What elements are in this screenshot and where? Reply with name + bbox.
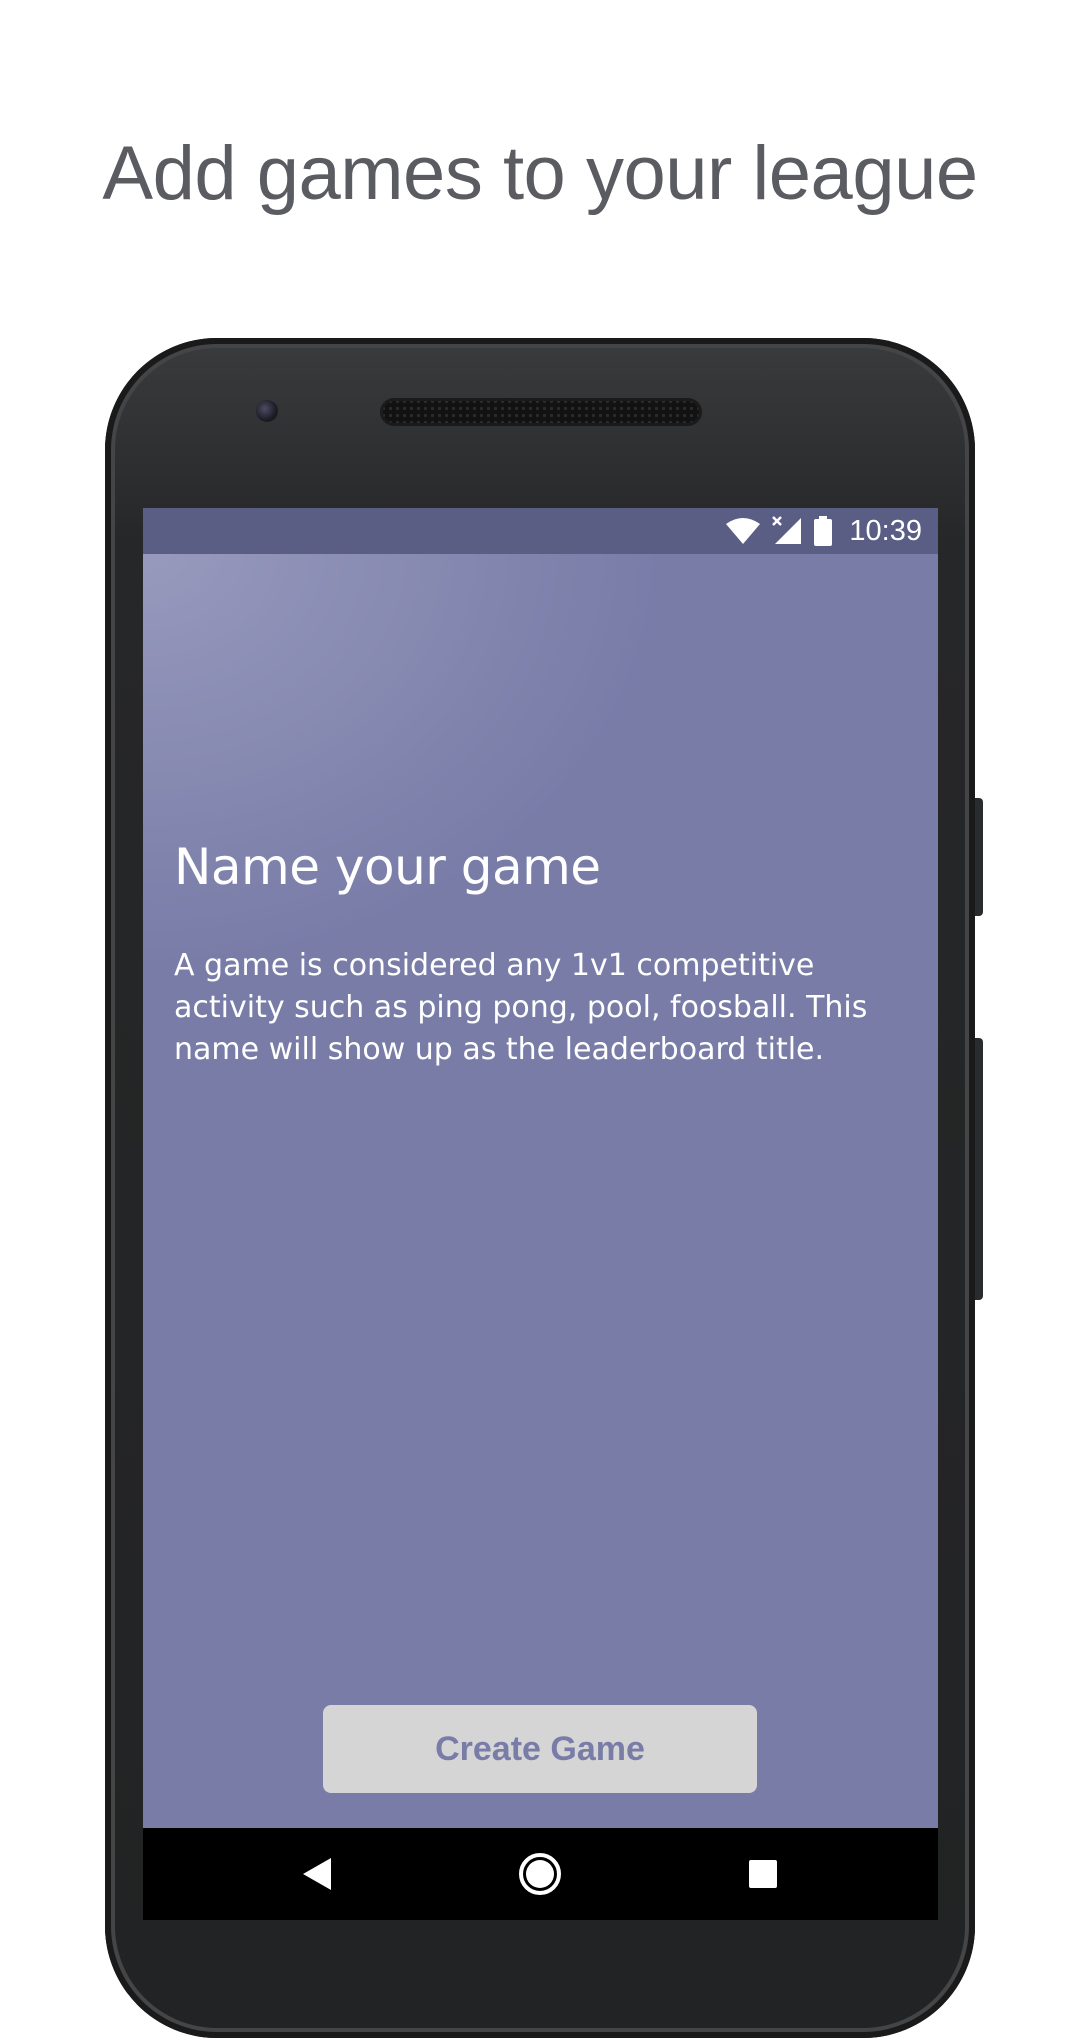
status-bar: 10:39 bbox=[143, 508, 938, 554]
app-background bbox=[143, 508, 938, 1828]
screen-description: A game is considered any 1v1 competitive… bbox=[174, 948, 868, 1067]
power-button bbox=[975, 798, 983, 916]
battery-icon bbox=[814, 516, 833, 546]
navigation-bar bbox=[143, 1828, 938, 1920]
recents-button[interactable] bbox=[703, 1828, 823, 1920]
volume-button bbox=[975, 1038, 983, 1300]
home-button[interactable] bbox=[480, 1828, 600, 1920]
home-icon bbox=[519, 1853, 561, 1895]
signal-icon bbox=[772, 516, 802, 544]
screen-title: Name your game bbox=[174, 838, 601, 896]
front-camera bbox=[256, 400, 278, 422]
create-game-button[interactable]: Create Game bbox=[323, 1705, 757, 1793]
back-icon bbox=[303, 1858, 331, 1890]
earpiece-speaker bbox=[380, 398, 702, 426]
page-headline: Add games to your league bbox=[102, 131, 978, 216]
recents-icon bbox=[749, 1860, 777, 1888]
phone-screen: 10:39 Name your game A game is considere… bbox=[143, 508, 938, 1920]
back-button[interactable] bbox=[257, 1828, 377, 1920]
status-time: 10:39 bbox=[849, 514, 922, 547]
wifi-icon bbox=[726, 518, 761, 544]
